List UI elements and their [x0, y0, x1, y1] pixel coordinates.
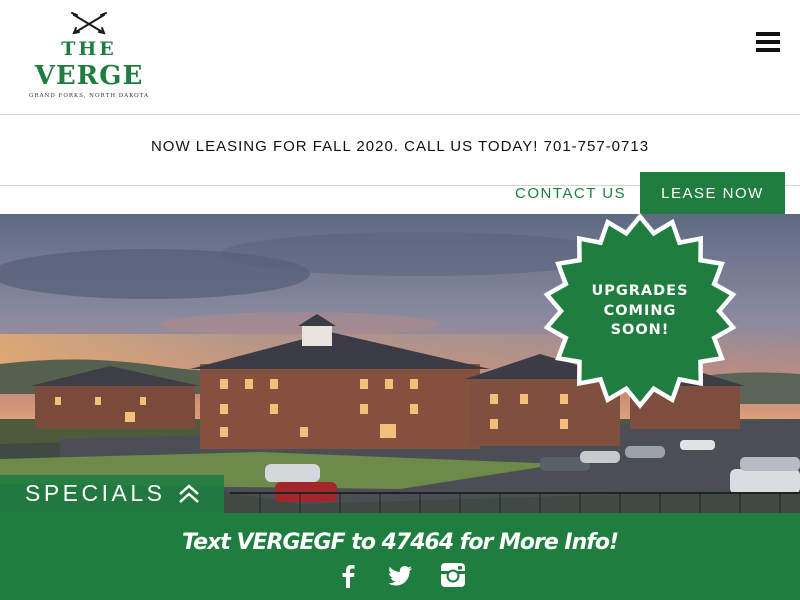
hamburger-menu-icon[interactable] [756, 32, 780, 54]
text-info-message: Text VERGEGF to 47464 for More Info! [182, 530, 619, 550]
announcement-text: NOW LEASING FOR FALL 2020. CALL US TODAY… [150, 138, 650, 155]
contact-us-link[interactable]: CONTACT US [515, 185, 626, 202]
badge-text: UPGRADES COMING SOON! [541, 282, 739, 341]
site-header: THE VERGE GRAND FORKS, NORTH DAKOTA [0, 0, 800, 115]
logo-text-the: THE [61, 38, 117, 60]
badge-line-1: UPGRADES [591, 283, 689, 299]
specials-tab[interactable]: SPECIALS [0, 475, 224, 513]
facebook-icon[interactable] [334, 561, 362, 589]
crossed-arrows-icon [71, 12, 107, 35]
logo-tagline: GRAND FORKS, NORTH DAKOTA [29, 93, 149, 99]
logo-text-verge: VERGE [34, 61, 144, 91]
double-chevron-up-icon [179, 484, 199, 503]
instagram-icon[interactable] [439, 561, 467, 589]
twitter-icon[interactable] [386, 561, 414, 589]
specials-label: SPECIALS [25, 480, 166, 506]
badge-line-3: SOON! [610, 322, 670, 338]
text-info-banner[interactable]: Text VERGEGF to 47464 for More Info! [0, 513, 800, 550]
badge-line-2: COMING [603, 302, 677, 319]
the-verge-logo[interactable]: THE VERGE GRAND FORKS, NORTH DAKOTA [14, 12, 164, 102]
footer-social-bar [0, 550, 800, 600]
lease-now-button[interactable]: LEASE NOW [640, 172, 785, 215]
